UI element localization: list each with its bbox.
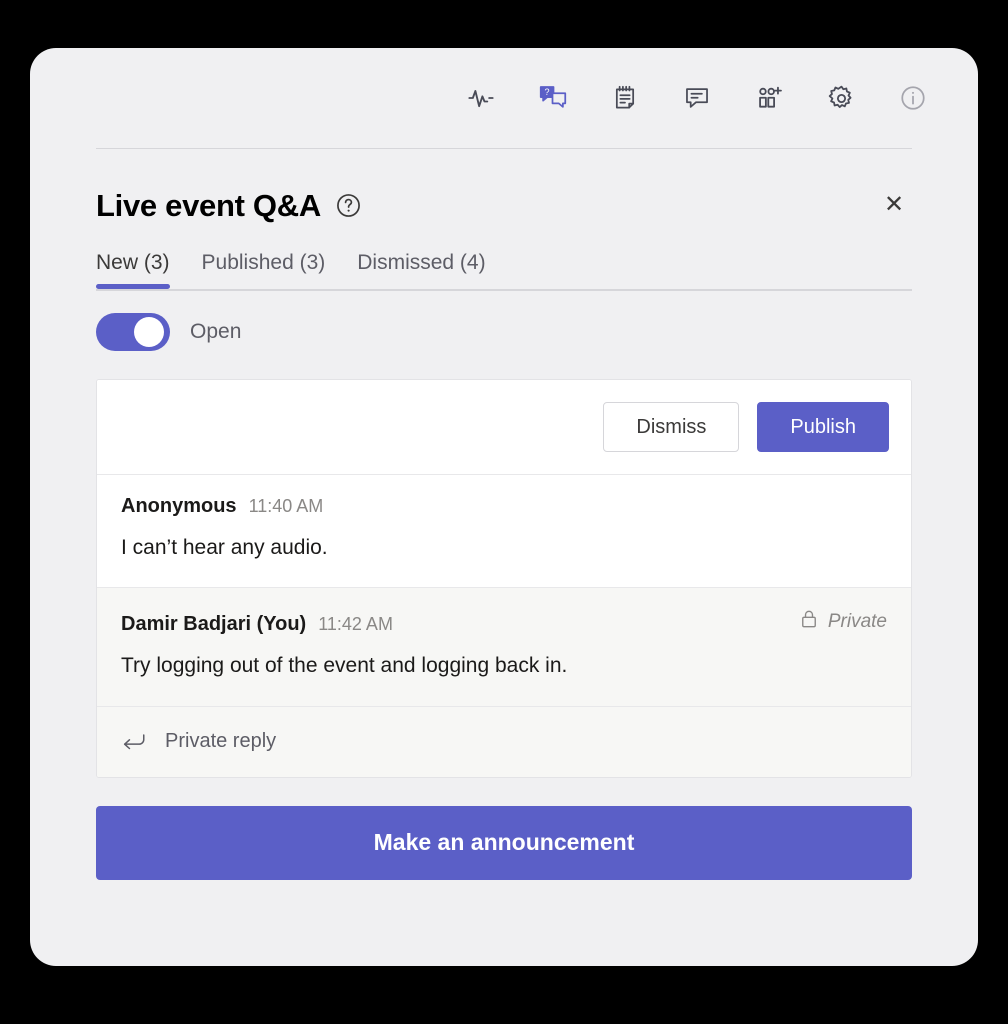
toggle-knob [134, 317, 164, 347]
lock-icon [798, 608, 820, 635]
tab-published[interactable]: Published (3) [202, 251, 326, 289]
svg-text:?: ? [544, 87, 549, 97]
info-icon[interactable] [890, 75, 936, 121]
reply-text: Try logging out of the event and logging… [121, 654, 568, 678]
panel-header: Live event Q&A ✕ [30, 149, 978, 223]
qna-icon[interactable]: ? [530, 75, 576, 121]
notes-icon[interactable] [602, 75, 648, 121]
private-badge: Private [798, 608, 887, 635]
tab-new[interactable]: New (3) [96, 251, 170, 289]
question-text: I can’t hear any audio. [121, 536, 328, 559]
tab-dismissed[interactable]: Dismissed (4) [357, 251, 485, 289]
question-author: Anonymous [121, 495, 237, 517]
question-card: Dismiss Publish Anonymous 11:40 AM I can… [96, 379, 912, 778]
qna-open-toggle-row: Open [30, 291, 978, 351]
qna-tabs: New (3) Published (3) Dismissed (4) [30, 223, 978, 289]
question-timestamp: 11:40 AM [248, 496, 324, 516]
screen: ? Live event Q&A ✕ New (3) Published (3)… [0, 0, 1008, 1024]
gear-icon[interactable] [818, 75, 864, 121]
dismiss-button[interactable]: Dismiss [603, 402, 740, 452]
question-card-actions: Dismiss Publish [97, 380, 911, 474]
private-badge-label: Private [827, 610, 887, 632]
live-event-qna-panel: ? Live event Q&A ✕ New (3) Published (3)… [30, 48, 978, 966]
qna-open-toggle[interactable] [96, 313, 170, 351]
reply-message-header: Damir Badjari (You) 11:42 AM Private [121, 608, 887, 636]
reply-arrow-icon [121, 729, 147, 755]
add-people-icon[interactable] [746, 75, 792, 121]
reply-message: Damir Badjari (You) 11:42 AM Private Try… [97, 587, 911, 706]
private-reply-button[interactable]: Private reply [97, 705, 911, 777]
publish-button[interactable]: Publish [757, 402, 889, 452]
health-pulse-icon[interactable] [458, 75, 504, 121]
question-message: Anonymous 11:40 AM I can’t hear any audi… [97, 474, 911, 588]
make-announcement-button[interactable]: Make an announcement [96, 805, 912, 880]
reply-timestamp: 11:42 AM [318, 614, 393, 635]
meeting-toolbar: ? [30, 48, 978, 148]
private-reply-label: Private reply [165, 730, 277, 753]
chat-icon[interactable] [674, 75, 720, 121]
reply-author: Damir Badjari (You) [121, 613, 307, 636]
qna-open-toggle-label: Open [190, 320, 242, 343]
page-title: Live event Q&A [96, 187, 321, 223]
question-mark-circle-icon[interactable] [335, 191, 363, 219]
close-icon[interactable]: ✕ [876, 187, 912, 223]
question-message-header: Anonymous 11:40 AM [121, 495, 887, 518]
